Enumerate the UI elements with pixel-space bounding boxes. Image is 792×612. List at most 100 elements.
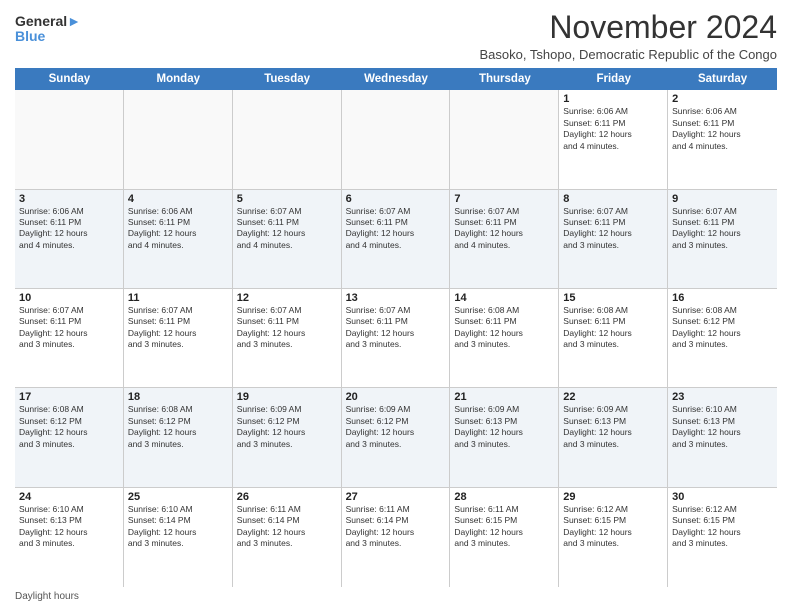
day-number: 18 xyxy=(128,391,228,403)
header-cell-saturday: Saturday xyxy=(668,68,777,90)
day-number: 24 xyxy=(19,491,119,503)
calendar-cell: 28Sunrise: 6:11 AMSunset: 6:15 PMDayligh… xyxy=(450,488,559,587)
day-number: 23 xyxy=(672,391,773,403)
calendar-cell: 6Sunrise: 6:07 AMSunset: 6:11 PMDaylight… xyxy=(342,190,451,288)
calendar-cell: 10Sunrise: 6:07 AMSunset: 6:11 PMDayligh… xyxy=(15,289,124,387)
day-info: Sunrise: 6:07 AMSunset: 6:11 PMDaylight:… xyxy=(128,305,228,351)
day-number: 7 xyxy=(454,193,554,205)
header-cell-thursday: Thursday xyxy=(450,68,559,90)
day-info: Sunrise: 6:07 AMSunset: 6:11 PMDaylight:… xyxy=(237,206,337,252)
calendar-cell xyxy=(450,90,559,188)
calendar-cell: 3Sunrise: 6:06 AMSunset: 6:11 PMDaylight… xyxy=(15,190,124,288)
day-number: 9 xyxy=(672,193,773,205)
day-info: Sunrise: 6:08 AMSunset: 6:12 PMDaylight:… xyxy=(19,404,119,450)
calendar-cell: 24Sunrise: 6:10 AMSunset: 6:13 PMDayligh… xyxy=(15,488,124,587)
day-number: 12 xyxy=(237,292,337,304)
day-number: 11 xyxy=(128,292,228,304)
calendar-cell: 13Sunrise: 6:07 AMSunset: 6:11 PMDayligh… xyxy=(342,289,451,387)
day-number: 1 xyxy=(563,93,663,105)
calendar-cell: 22Sunrise: 6:09 AMSunset: 6:13 PMDayligh… xyxy=(559,388,668,486)
calendar-cell: 23Sunrise: 6:10 AMSunset: 6:13 PMDayligh… xyxy=(668,388,777,486)
day-number: 20 xyxy=(346,391,446,403)
calendar-cell: 29Sunrise: 6:12 AMSunset: 6:15 PMDayligh… xyxy=(559,488,668,587)
day-number: 13 xyxy=(346,292,446,304)
day-number: 21 xyxy=(454,391,554,403)
day-info: Sunrise: 6:07 AMSunset: 6:11 PMDaylight:… xyxy=(237,305,337,351)
calendar-row: 3Sunrise: 6:06 AMSunset: 6:11 PMDaylight… xyxy=(15,190,777,289)
day-number: 5 xyxy=(237,193,337,205)
day-number: 22 xyxy=(563,391,663,403)
calendar-cell: 8Sunrise: 6:07 AMSunset: 6:11 PMDaylight… xyxy=(559,190,668,288)
day-info: Sunrise: 6:12 AMSunset: 6:15 PMDaylight:… xyxy=(672,504,773,550)
day-info: Sunrise: 6:06 AMSunset: 6:11 PMDaylight:… xyxy=(563,106,663,152)
calendar-cell: 4Sunrise: 6:06 AMSunset: 6:11 PMDaylight… xyxy=(124,190,233,288)
calendar: SundayMondayTuesdayWednesdayThursdayFrid… xyxy=(15,68,777,587)
calendar-cell: 17Sunrise: 6:08 AMSunset: 6:12 PMDayligh… xyxy=(15,388,124,486)
calendar-cell: 14Sunrise: 6:08 AMSunset: 6:11 PMDayligh… xyxy=(450,289,559,387)
day-number: 10 xyxy=(19,292,119,304)
day-number: 28 xyxy=(454,491,554,503)
calendar-cell: 9Sunrise: 6:07 AMSunset: 6:11 PMDaylight… xyxy=(668,190,777,288)
header-cell-wednesday: Wednesday xyxy=(342,68,451,90)
header-cell-sunday: Sunday xyxy=(15,68,124,90)
day-number: 27 xyxy=(346,491,446,503)
calendar-cell: 19Sunrise: 6:09 AMSunset: 6:12 PMDayligh… xyxy=(233,388,342,486)
calendar-header: SundayMondayTuesdayWednesdayThursdayFrid… xyxy=(15,68,777,90)
calendar-body: 1Sunrise: 6:06 AMSunset: 6:11 PMDaylight… xyxy=(15,90,777,587)
day-info: Sunrise: 6:07 AMSunset: 6:11 PMDaylight:… xyxy=(563,206,663,252)
day-info: Sunrise: 6:07 AMSunset: 6:11 PMDaylight:… xyxy=(19,305,119,351)
day-info: Sunrise: 6:06 AMSunset: 6:11 PMDaylight:… xyxy=(672,106,773,152)
day-info: Sunrise: 6:07 AMSunset: 6:11 PMDaylight:… xyxy=(346,206,446,252)
day-info: Sunrise: 6:08 AMSunset: 6:11 PMDaylight:… xyxy=(454,305,554,351)
day-number: 14 xyxy=(454,292,554,304)
calendar-cell xyxy=(15,90,124,188)
day-info: Sunrise: 6:09 AMSunset: 6:12 PMDaylight:… xyxy=(237,404,337,450)
day-info: Sunrise: 6:10 AMSunset: 6:13 PMDaylight:… xyxy=(19,504,119,550)
day-number: 16 xyxy=(672,292,773,304)
day-number: 29 xyxy=(563,491,663,503)
logo: General► Blue xyxy=(15,14,81,45)
calendar-cell: 16Sunrise: 6:08 AMSunset: 6:12 PMDayligh… xyxy=(668,289,777,387)
day-number: 2 xyxy=(672,93,773,105)
month-title: November 2024 xyxy=(480,10,777,45)
calendar-cell xyxy=(233,90,342,188)
day-number: 26 xyxy=(237,491,337,503)
day-number: 25 xyxy=(128,491,228,503)
day-info: Sunrise: 6:07 AMSunset: 6:11 PMDaylight:… xyxy=(346,305,446,351)
calendar-cell: 20Sunrise: 6:09 AMSunset: 6:12 PMDayligh… xyxy=(342,388,451,486)
calendar-cell: 11Sunrise: 6:07 AMSunset: 6:11 PMDayligh… xyxy=(124,289,233,387)
calendar-cell: 1Sunrise: 6:06 AMSunset: 6:11 PMDaylight… xyxy=(559,90,668,188)
calendar-row: 1Sunrise: 6:06 AMSunset: 6:11 PMDaylight… xyxy=(15,90,777,189)
calendar-cell xyxy=(342,90,451,188)
calendar-row: 24Sunrise: 6:10 AMSunset: 6:13 PMDayligh… xyxy=(15,488,777,587)
day-info: Sunrise: 6:11 AMSunset: 6:14 PMDaylight:… xyxy=(346,504,446,550)
calendar-cell: 30Sunrise: 6:12 AMSunset: 6:15 PMDayligh… xyxy=(668,488,777,587)
calendar-cell: 7Sunrise: 6:07 AMSunset: 6:11 PMDaylight… xyxy=(450,190,559,288)
day-number: 4 xyxy=(128,193,228,205)
day-info: Sunrise: 6:08 AMSunset: 6:11 PMDaylight:… xyxy=(563,305,663,351)
title-section: November 2024 Basoko, Tshopo, Democratic… xyxy=(480,10,777,62)
day-info: Sunrise: 6:07 AMSunset: 6:11 PMDaylight:… xyxy=(454,206,554,252)
day-number: 19 xyxy=(237,391,337,403)
calendar-cell xyxy=(124,90,233,188)
day-info: Sunrise: 6:11 AMSunset: 6:15 PMDaylight:… xyxy=(454,504,554,550)
day-number: 15 xyxy=(563,292,663,304)
calendar-cell: 2Sunrise: 6:06 AMSunset: 6:11 PMDaylight… xyxy=(668,90,777,188)
day-info: Sunrise: 6:10 AMSunset: 6:13 PMDaylight:… xyxy=(672,404,773,450)
day-number: 17 xyxy=(19,391,119,403)
calendar-row: 17Sunrise: 6:08 AMSunset: 6:12 PMDayligh… xyxy=(15,388,777,487)
day-info: Sunrise: 6:08 AMSunset: 6:12 PMDaylight:… xyxy=(128,404,228,450)
calendar-cell: 25Sunrise: 6:10 AMSunset: 6:14 PMDayligh… xyxy=(124,488,233,587)
calendar-cell: 21Sunrise: 6:09 AMSunset: 6:13 PMDayligh… xyxy=(450,388,559,486)
day-info: Sunrise: 6:09 AMSunset: 6:13 PMDaylight:… xyxy=(563,404,663,450)
calendar-cell: 12Sunrise: 6:07 AMSunset: 6:11 PMDayligh… xyxy=(233,289,342,387)
day-info: Sunrise: 6:07 AMSunset: 6:11 PMDaylight:… xyxy=(672,206,773,252)
day-info: Sunrise: 6:06 AMSunset: 6:11 PMDaylight:… xyxy=(128,206,228,252)
header: General► Blue November 2024 Basoko, Tsho… xyxy=(15,10,777,62)
day-number: 6 xyxy=(346,193,446,205)
calendar-cell: 5Sunrise: 6:07 AMSunset: 6:11 PMDaylight… xyxy=(233,190,342,288)
day-info: Sunrise: 6:09 AMSunset: 6:12 PMDaylight:… xyxy=(346,404,446,450)
day-info: Sunrise: 6:10 AMSunset: 6:14 PMDaylight:… xyxy=(128,504,228,550)
footer-note: Daylight hours xyxy=(15,591,777,602)
header-cell-friday: Friday xyxy=(559,68,668,90)
